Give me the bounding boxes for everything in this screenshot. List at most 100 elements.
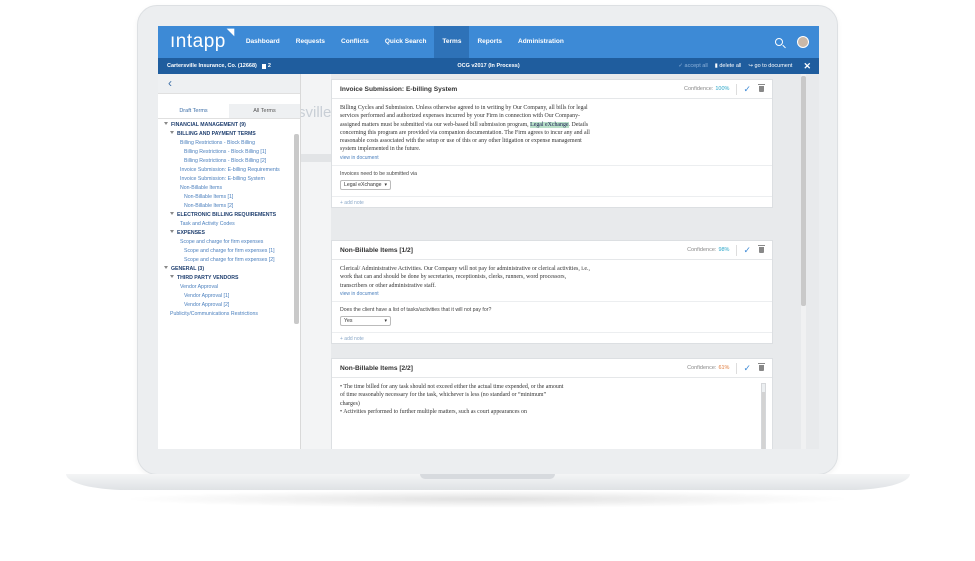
tree-item[interactable]: Scope and charge for firm expenses [164,239,300,246]
tree-item[interactable]: Billing Restrictions - Block Billing [164,140,300,147]
chevron-down-icon[interactable] [170,275,174,278]
tree-item[interactable]: Vendor Approval [1] [164,293,300,300]
tree-label: Vendor Approval [1] [184,293,230,299]
tree-label: Vendor Approval [2] [184,302,230,308]
tree-item[interactable]: Non-Billable Items [2] [164,203,300,210]
card-title: Invoice Submission: E-billing System [340,85,458,93]
trash-icon[interactable] [758,245,765,253]
tree-group[interactable]: FINANCIAL MANAGEMENT (9) [164,122,300,129]
tree-item[interactable]: Billing Restrictions - Block Billing [2] [164,158,300,165]
nav-dashboard[interactable]: Dashboard [238,26,288,58]
terms-sidebar: ‹ Draft Terms All Terms FINANCIAL MANAGE… [158,74,301,449]
tab-all-terms[interactable]: All Terms [229,104,300,118]
ghost-bar [301,154,331,162]
confidence: Confidence: 61% [687,365,730,371]
tree-group[interactable]: BILLING AND PAYMENT TERMS [164,131,300,138]
tree-item[interactable]: Task and Activity Codes [164,221,300,228]
tree-item[interactable]: Non-Billable Items [164,185,300,192]
laptop-notch [420,474,555,479]
tree-label: Billing Restrictions - Block Billing [2] [184,158,267,164]
term-card: Non-Billable Items [1/2] Confidence: 98% … [331,240,773,344]
term-card: Non-Billable Items [2/2] Confidence: 61% … [331,358,773,449]
tree-label: THIRD PARTY VENDORS [177,275,239,281]
terms-tree: FINANCIAL MANAGEMENT (9) BILLING AND PAYM… [158,119,300,318]
nav-conflicts[interactable]: Conflicts [333,26,377,58]
tree-label: Billing Restrictions - Block Billing [1] [184,149,267,155]
chevron-down-icon[interactable] [164,122,168,125]
intapp-logo[interactable]: ıntapp ◥ [170,27,234,53]
screen: ıntapp ◥ Dashboard Requests Conflicts Qui… [158,26,819,449]
nav-reports[interactable]: Reports [469,26,510,58]
tree-label: BILLING AND PAYMENT TERMS [177,131,256,137]
term-cards-panel: Invoice Submission: E-billing System Con… [331,74,819,449]
tree-label: Billing Restrictions - Block Billing [180,140,255,146]
answer-select[interactable]: Yes [340,315,391,326]
tree-label: Non-Billable Items [1] [184,194,234,200]
add-note-link[interactable]: + add note [332,195,772,207]
card-title: Non-Billable Items [2/2] [340,364,413,372]
tree-item[interactable]: Scope and charge for firm expenses [2] [164,257,300,264]
sidebar-scrollbar[interactable] [294,134,299,324]
accept-check-icon[interactable]: ✓ [736,362,751,374]
answer-select[interactable]: Legal eXchange [340,179,391,190]
ghost-text: sville [301,104,331,121]
card-text: Billing Cycles and Submission. Unless ot… [340,105,590,153]
tree-label: Invoice Submission: E-billing System [180,176,265,182]
tree-group[interactable]: EXPENSES [164,230,300,237]
question-label: Does the client have a list of tasks/act… [340,306,492,313]
sub-bar: OCG v2017 (In Process) Cartersville Insu… [158,58,819,74]
panel-scrollbar[interactable] [801,76,806,306]
view-in-document-link[interactable]: view in document [340,291,764,297]
laptop-shadow [120,490,855,508]
accept-check-icon[interactable]: ✓ [736,244,751,256]
tab-draft-terms[interactable]: Draft Terms [158,104,229,118]
search-icon[interactable] [775,38,783,46]
card-title: Non-Billable Items [1/2] [340,246,413,254]
tree-label: Scope and charge for firm expenses [1] [184,248,275,254]
tree-group[interactable]: THIRD PARTY VENDORS [164,275,300,282]
chevron-down-icon[interactable] [170,212,174,215]
card-scrollbar[interactable] [761,383,766,449]
tree-label: Publicity/Communications Restrictions [170,311,258,317]
chevron-down-icon[interactable] [170,230,174,233]
nav-terms[interactable]: Terms [434,26,470,58]
document-title: OCG v2017 (In Process) [457,63,520,69]
card-text: • The time billed for any task should no… [340,384,564,415]
document-preview-strip: sville [301,74,331,449]
add-note-link[interactable]: + add note [332,331,772,343]
tree-label: Vendor Approval [180,284,219,290]
tree-item[interactable]: Vendor Approval [164,284,300,291]
tree-item[interactable]: Billing Restrictions - Block Billing [1] [164,149,300,156]
card-text: Clerical/ Administrative Activities. Our… [340,266,590,289]
question-label: Invoices need to be submitted via [340,170,417,177]
tree-label: ELECTRONIC BILLING REQUIREMENTS [177,212,277,218]
tree-group[interactable]: ELECTRONIC BILLING REQUIREMENTS [164,212,300,219]
tree-label: Invoice Submission: E-billing Requiremen… [180,167,280,173]
logo-mark-icon: ◥ [226,27,235,38]
chevron-down-icon[interactable] [164,266,168,269]
nav-quick-search[interactable]: Quick Search [377,26,435,58]
tree-label: Task and Activity Codes [180,221,235,227]
tree-label: Non-Billable Items [2] [184,203,234,209]
tree-item[interactable]: Vendor Approval [2] [164,302,300,309]
tree-group[interactable]: GENERAL (3) [164,266,300,273]
accept-check-icon[interactable]: ✓ [736,83,751,95]
trash-icon[interactable] [758,363,765,371]
tree-item[interactable]: Invoice Submission: E-billing Requiremen… [164,167,300,174]
view-in-document-link[interactable]: view in document [340,155,764,161]
chevron-down-icon[interactable] [170,131,174,134]
nav-administration[interactable]: Administration [510,26,572,58]
tree-item[interactable]: Scope and charge for firm expenses [1] [164,248,300,255]
term-card: Invoice Submission: E-billing System Con… [331,79,773,208]
tree-item[interactable]: Invoice Submission: E-billing System [164,176,300,183]
avatar[interactable] [797,36,809,48]
top-nav: ıntapp ◥ Dashboard Requests Conflicts Qui… [158,26,819,58]
nav-requests[interactable]: Requests [288,26,333,58]
tree-item[interactable]: Publicity/Communications Restrictions [164,311,300,318]
tree-label: Non-Billable Items [180,185,223,191]
tree-label: GENERAL (3) [171,266,205,272]
tree-item[interactable]: Non-Billable Items [1] [164,194,300,201]
highlighted-term: Legal eXchange [530,121,569,128]
back-button[interactable]: ‹ [158,74,300,94]
trash-icon[interactable] [758,84,765,92]
